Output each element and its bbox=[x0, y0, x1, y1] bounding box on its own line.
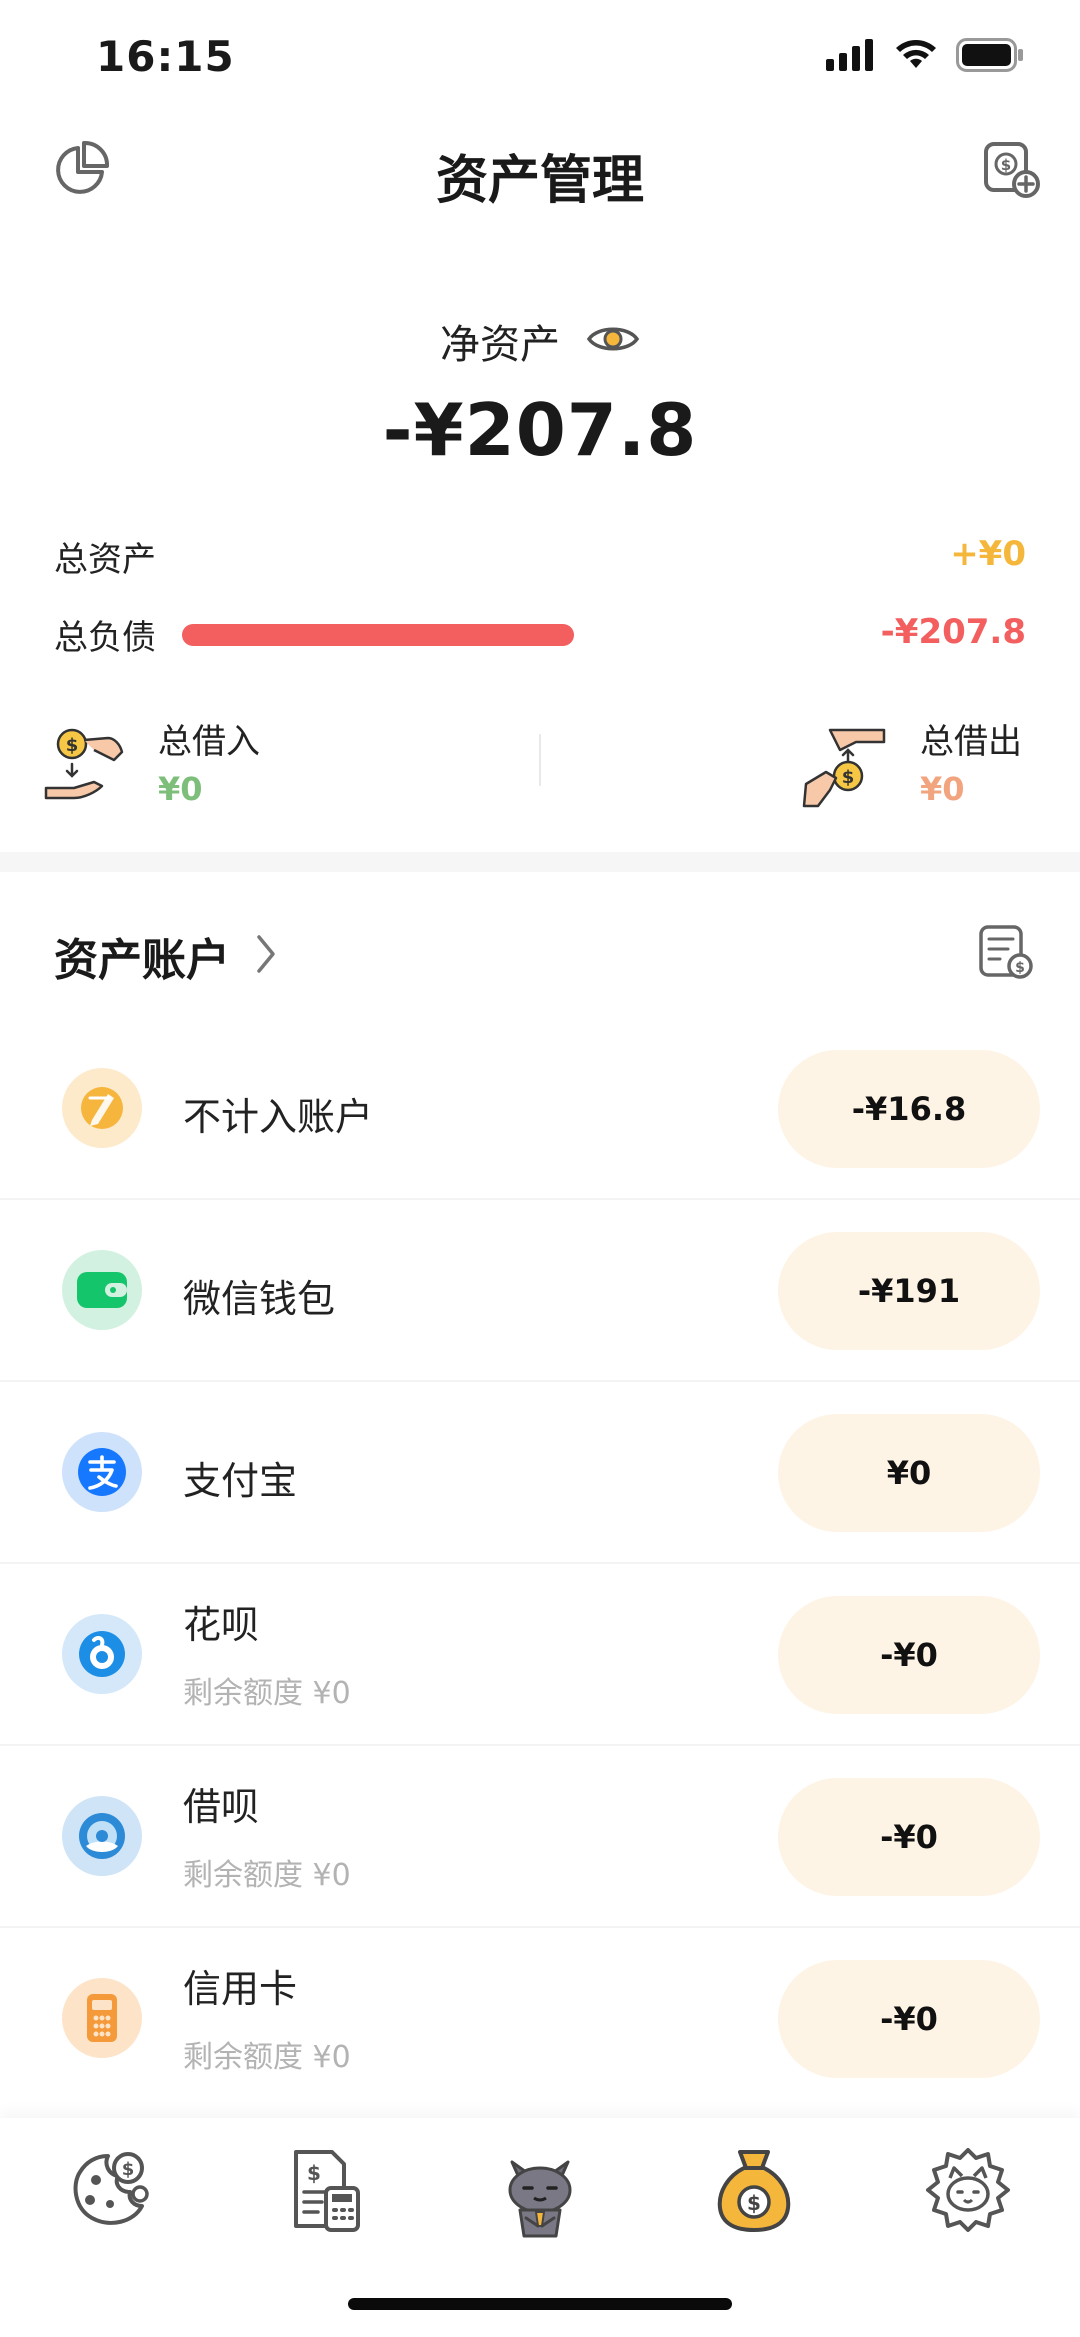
account-row-credit-card[interactable]: 信用卡 剩余额度 ¥0 -¥0 bbox=[0, 1928, 1080, 2110]
huabei-icon bbox=[62, 1614, 142, 1694]
svg-text:$: $ bbox=[122, 2159, 135, 2180]
account-ledger-icon[interactable]: $ bbox=[978, 924, 1034, 980]
tab-overview[interactable]: $ bbox=[60, 2140, 160, 2240]
total-assets-label: 总资产 bbox=[54, 540, 156, 580]
battery-icon bbox=[956, 38, 1023, 72]
total-debt-value: -¥207.8 bbox=[880, 612, 1026, 652]
home-indicator bbox=[348, 2298, 732, 2310]
account-amount[interactable]: -¥0 bbox=[778, 1596, 1040, 1714]
alipay-icon bbox=[62, 1432, 142, 1512]
status-time: 16:15 bbox=[96, 32, 235, 81]
money-bag-icon: $ bbox=[717, 2150, 791, 2232]
borrowed-block[interactable]: $ 总借入 ¥0 bbox=[44, 712, 444, 822]
account-name: 微信钱包 bbox=[183, 1277, 336, 1321]
total-assets-value: +¥0 bbox=[950, 534, 1026, 574]
add-asset-icon[interactable]: $ bbox=[982, 140, 1042, 200]
svg-text:$: $ bbox=[1015, 960, 1025, 976]
account-remaining-credit: 剩余额度 ¥0 bbox=[183, 1858, 351, 1893]
borrow-hand-coin-icon: $ bbox=[44, 728, 124, 800]
borrowed-label: 总借入 bbox=[158, 722, 260, 762]
cat-face-icon bbox=[926, 2148, 1010, 2232]
total-debt-row: 总负债 -¥207.8 bbox=[54, 604, 1026, 664]
lent-block[interactable]: $ 总借出 ¥0 bbox=[800, 712, 1040, 822]
credit-card-icon bbox=[62, 1978, 142, 2058]
cookie-coin-icon: $ bbox=[73, 2152, 149, 2225]
tab-bills[interactable]: $ bbox=[276, 2140, 376, 2240]
signal-icon bbox=[826, 39, 873, 71]
account-amount[interactable]: -¥16.8 bbox=[778, 1050, 1040, 1168]
svg-text:$: $ bbox=[747, 2191, 761, 2215]
lent-value: ¥0 bbox=[920, 770, 965, 808]
account-row-jiebei[interactable]: 借呗 剩余额度 ¥0 -¥0 bbox=[0, 1746, 1080, 1928]
account-amount[interactable]: ¥0 bbox=[778, 1414, 1040, 1532]
account-name: 信用卡 bbox=[183, 1967, 298, 2011]
borrowed-value: ¥0 bbox=[158, 770, 203, 808]
nav-bar: 资产管理 $ bbox=[0, 120, 1080, 220]
status-icons bbox=[826, 38, 1024, 72]
svg-text:$: $ bbox=[842, 767, 855, 788]
account-remaining-credit: 剩余额度 ¥0 bbox=[183, 2040, 351, 2075]
svg-text:$: $ bbox=[1001, 156, 1011, 174]
tab-cat[interactable] bbox=[490, 2140, 590, 2240]
account-remaining-credit: 剩余额度 ¥0 bbox=[183, 1676, 351, 1711]
account-name: 不计入账户 bbox=[183, 1095, 374, 1139]
section-divider bbox=[0, 852, 1080, 872]
accounts-header: 资产账户 $ bbox=[54, 920, 1034, 990]
net-assets-label-row: 净资产 bbox=[0, 312, 1080, 370]
tab-assets[interactable]: $ bbox=[704, 2140, 804, 2240]
wifi-icon bbox=[896, 40, 936, 68]
eye-icon[interactable] bbox=[586, 322, 640, 360]
lent-label: 总借出 bbox=[920, 722, 1022, 762]
account-row-excluded[interactable]: 不计入账户 -¥16.8 bbox=[0, 1018, 1080, 1200]
total-assets-row: 总资产 +¥0 bbox=[54, 526, 1026, 586]
cat-mascot-icon bbox=[508, 2160, 572, 2238]
net-assets-label: 净资产 bbox=[440, 322, 560, 368]
account-amount[interactable]: -¥191 bbox=[778, 1232, 1040, 1350]
jiebei-icon bbox=[62, 1796, 142, 1876]
pen-icon bbox=[62, 1068, 142, 1148]
invoice-calculator-icon: $ bbox=[294, 2150, 360, 2232]
account-row-huabei[interactable]: 花呗 剩余额度 ¥0 -¥0 bbox=[0, 1564, 1080, 1746]
net-assets-value: -¥207.8 bbox=[382, 388, 698, 472]
account-amount[interactable]: -¥0 bbox=[778, 1778, 1040, 1896]
loan-divider bbox=[539, 734, 541, 786]
account-row-wechat[interactable]: 微信钱包 -¥191 bbox=[0, 1200, 1080, 1382]
lend-hand-coin-icon: $ bbox=[802, 728, 886, 808]
account-name: 借呗 bbox=[183, 1785, 260, 1829]
status-bar: 16:15 bbox=[0, 0, 1080, 120]
total-debt-label: 总负债 bbox=[54, 618, 156, 658]
chevron-right-icon[interactable] bbox=[254, 932, 278, 976]
tab-profile[interactable] bbox=[918, 2140, 1018, 2240]
svg-text:$: $ bbox=[307, 2161, 321, 2185]
account-row-alipay[interactable]: 支付宝 ¥0 bbox=[0, 1382, 1080, 1564]
accounts-section-title[interactable]: 资产账户 bbox=[54, 924, 230, 988]
wallet-icon bbox=[62, 1250, 142, 1330]
page-title: 资产管理 bbox=[435, 151, 644, 211]
account-name: 支付宝 bbox=[183, 1459, 298, 1503]
debt-progress-bar bbox=[182, 624, 574, 646]
svg-text:$: $ bbox=[66, 735, 79, 756]
account-amount[interactable]: -¥0 bbox=[778, 1960, 1040, 2078]
account-name: 花呗 bbox=[183, 1603, 260, 1647]
